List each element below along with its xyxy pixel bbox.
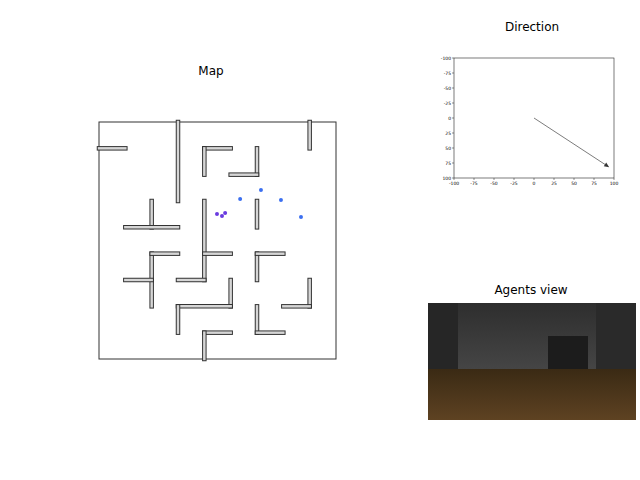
wall [257, 332, 283, 333]
x-tick [454, 178, 455, 180]
y-tick [452, 178, 454, 179]
map-panel [99, 122, 336, 359]
wall [152, 253, 178, 254]
x-tick-label: 0 [533, 181, 536, 186]
x-tick-label: 100 [610, 181, 619, 186]
agent-dot [215, 212, 219, 216]
direction-title: Direction [505, 20, 559, 34]
agents-view-frame [428, 303, 636, 420]
wall [257, 254, 258, 280]
x-tick [474, 178, 475, 180]
agent-dot [220, 214, 224, 218]
direction-chart: -100-75-50-250255075100-100-75-50-250255… [441, 56, 619, 186]
y-tick-label: -25 [444, 101, 451, 106]
wall [230, 280, 231, 306]
direction-arrow [534, 118, 609, 167]
wall [309, 122, 310, 148]
x-tick-label: -50 [490, 181, 497, 186]
agent-dot [299, 215, 303, 219]
y-tick [452, 73, 454, 74]
wall [204, 148, 205, 174]
agent-dot [238, 197, 242, 201]
x-tick-label: 75 [591, 181, 597, 186]
wall [257, 201, 258, 227]
y-tick-label: 75 [445, 161, 451, 166]
x-tick [494, 178, 495, 180]
y-tick [452, 133, 454, 134]
x-tick [614, 178, 615, 180]
wall [257, 306, 258, 332]
y-tick-label: 25 [445, 131, 451, 136]
wall [204, 148, 230, 149]
wall [204, 201, 205, 280]
y-tick [452, 88, 454, 89]
y-tick-label: 50 [445, 146, 451, 151]
map-border [99, 122, 336, 359]
agent-dot [223, 211, 227, 215]
wall [257, 253, 283, 254]
y-tick-label: 0 [448, 116, 451, 121]
x-tick-label: -75 [470, 181, 477, 186]
wall [178, 306, 231, 307]
wall [204, 332, 230, 333]
x-tick [554, 178, 555, 180]
wall [204, 253, 230, 254]
agent-dot [279, 198, 283, 202]
figure: MapDirection-100-75-50-250255075100-100-… [0, 0, 640, 480]
x-tick [534, 178, 535, 180]
wall [283, 306, 309, 307]
agent-dot [259, 188, 263, 192]
x-tick [574, 178, 575, 180]
wall [231, 174, 257, 175]
y-tick [452, 58, 454, 59]
wall [99, 148, 125, 149]
wall [309, 280, 310, 306]
y-tick-label: -50 [444, 86, 451, 91]
y-tick [452, 163, 454, 164]
wall [178, 122, 179, 201]
wall [125, 280, 151, 281]
y-tick [452, 118, 454, 119]
wall [257, 148, 258, 174]
wall [125, 227, 178, 228]
x-tick-label: -100 [449, 181, 459, 186]
x-tick-label: -25 [510, 181, 517, 186]
x-tick [514, 178, 515, 180]
y-tick [452, 148, 454, 149]
wall [178, 280, 204, 281]
agents-view-title: Agents view [494, 283, 567, 297]
x-tick-label: 25 [551, 181, 557, 186]
direction-axes [454, 58, 614, 178]
wall [151, 201, 152, 227]
map-title: Map [198, 64, 223, 78]
x-tick-label: 50 [571, 181, 577, 186]
y-tick-label: -100 [441, 56, 451, 61]
wall [204, 333, 205, 359]
y-tick [452, 103, 454, 104]
x-tick [594, 178, 595, 180]
y-tick-label: 100 [442, 176, 451, 181]
y-tick-label: -75 [444, 71, 451, 76]
wall [178, 306, 179, 332]
